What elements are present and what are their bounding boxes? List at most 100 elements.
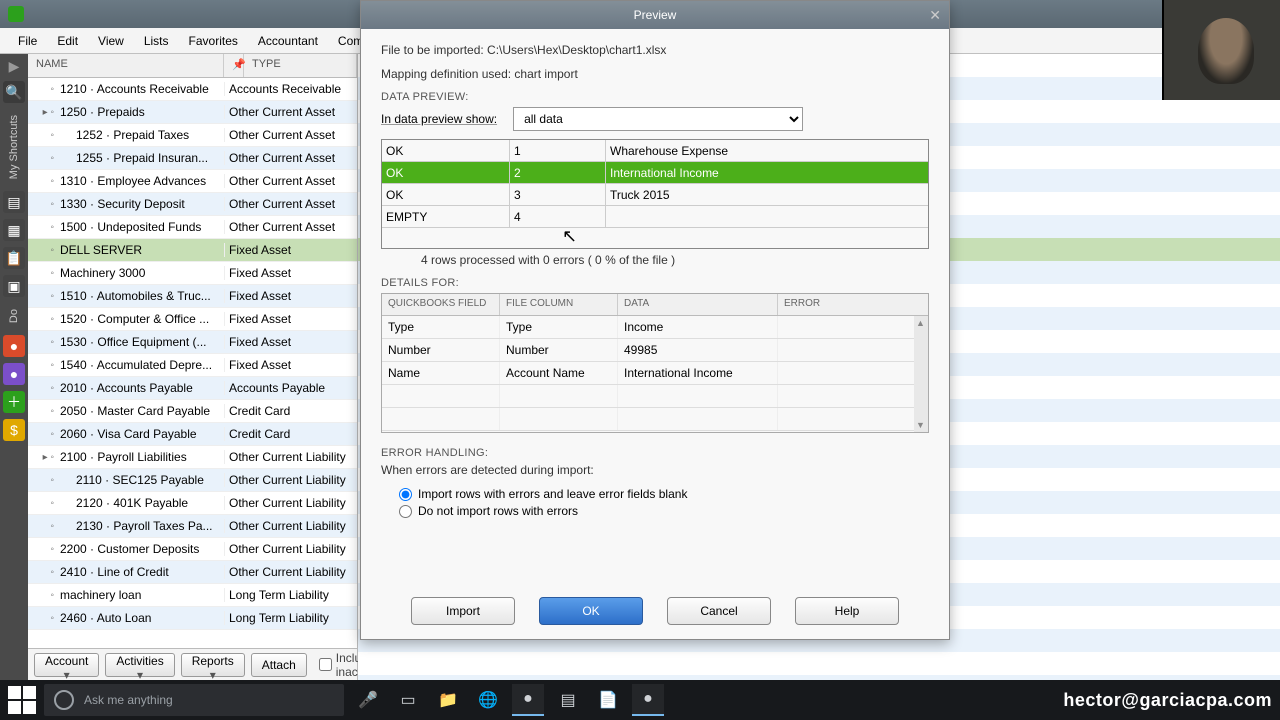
cancel-button[interactable]: Cancel bbox=[667, 597, 771, 625]
account-row[interactable]: ◦2460 · Auto LoanLong Term Liability bbox=[28, 607, 357, 630]
tree-toggle-icon[interactable]: ◦ bbox=[28, 590, 58, 601]
tree-toggle-icon[interactable]: ◦ bbox=[28, 337, 58, 348]
tree-toggle-icon[interactable]: ◦ bbox=[28, 176, 58, 187]
account-row[interactable]: ◦1500 · Undeposited FundsOther Current A… bbox=[28, 216, 357, 239]
accounts-list[interactable]: ◦1210 · Accounts ReceivableAccounts Rece… bbox=[28, 78, 357, 648]
quickbooks-icon[interactable]: ● bbox=[512, 684, 544, 716]
menu-accountant[interactable]: Accountant bbox=[252, 31, 324, 51]
account-row[interactable]: ◦1210 · Accounts ReceivableAccounts Rece… bbox=[28, 78, 357, 101]
shortcut-icon-1[interactable]: ▤ bbox=[3, 191, 25, 213]
activities-button[interactable]: Activities bbox=[105, 653, 174, 677]
tree-toggle-icon[interactable]: ◦ bbox=[28, 567, 58, 578]
cortana-search[interactable]: Ask me anything bbox=[44, 684, 344, 716]
tree-toggle-icon[interactable]: ◦ bbox=[28, 291, 58, 302]
details-row[interactable]: NumberNumber49985 bbox=[382, 339, 928, 362]
shortcut-icon-gold[interactable]: $ bbox=[3, 419, 25, 441]
account-row[interactable]: ◦1255 · Prepaid Insuran...Other Current … bbox=[28, 147, 357, 170]
menu-edit[interactable]: Edit bbox=[51, 31, 84, 51]
preview-table[interactable]: OK1Wharehouse ExpenseOK2International In… bbox=[381, 139, 929, 249]
account-row[interactable]: ◦machinery loanLong Term Liability bbox=[28, 584, 357, 607]
mic-icon[interactable]: 🎤 bbox=[352, 684, 384, 716]
account-row[interactable]: ◦1530 · Office Equipment (...Fixed Asset bbox=[28, 331, 357, 354]
tree-toggle-icon[interactable]: ◦ bbox=[28, 130, 58, 141]
tree-toggle-icon[interactable]: ◦ bbox=[28, 544, 58, 555]
menu-view[interactable]: View bbox=[92, 31, 130, 51]
tree-toggle-icon[interactable]: ◦ bbox=[28, 199, 58, 210]
details-row[interactable]: NameAccount NameInternational Income bbox=[382, 362, 928, 385]
shortcut-icon-3[interactable]: 📋 bbox=[3, 247, 25, 269]
start-button[interactable] bbox=[8, 686, 36, 714]
account-row[interactable]: ◦Machinery 3000Fixed Asset bbox=[28, 262, 357, 285]
explorer-icon[interactable]: 📁 bbox=[432, 684, 464, 716]
details-col-data[interactable]: DATA bbox=[618, 294, 778, 315]
ok-button[interactable]: OK bbox=[539, 597, 643, 625]
preview-row[interactable]: EMPTY4 bbox=[382, 206, 928, 228]
account-row[interactable]: ◦2410 · Line of CreditOther Current Liab… bbox=[28, 561, 357, 584]
account-row[interactable]: ▸ ◦2100 · Payroll LiabilitiesOther Curre… bbox=[28, 446, 357, 469]
radio-import-errors[interactable]: Import rows with errors and leave error … bbox=[399, 487, 929, 501]
shortcut-icon-orange[interactable]: ● bbox=[3, 335, 25, 357]
tree-toggle-icon[interactable]: ◦ bbox=[28, 498, 58, 509]
dialog-titlebar[interactable]: Preview ✕ bbox=[361, 1, 949, 29]
tree-toggle-icon[interactable]: ◦ bbox=[28, 475, 58, 486]
tree-toggle-icon[interactable]: ◦ bbox=[28, 268, 58, 279]
include-inactive-checkbox[interactable] bbox=[319, 658, 332, 671]
col-type[interactable]: TYPE bbox=[244, 54, 357, 77]
preview-row[interactable]: OK1Wharehouse Expense bbox=[382, 140, 928, 162]
app-icon-1[interactable]: ▤ bbox=[552, 684, 584, 716]
menu-lists[interactable]: Lists bbox=[138, 31, 175, 51]
help-button[interactable]: Help bbox=[795, 597, 899, 625]
account-row[interactable]: ◦2060 · Visa Card PayableCredit Card bbox=[28, 423, 357, 446]
task-view-icon[interactable]: ▭ bbox=[392, 684, 424, 716]
search-icon[interactable]: 🔍 bbox=[3, 81, 25, 103]
details-row[interactable]: TypeTypeIncome bbox=[382, 316, 928, 339]
preview-row[interactable]: OK3Truck 2015 bbox=[382, 184, 928, 206]
tree-toggle-icon[interactable]: ▸ ◦ bbox=[28, 452, 58, 463]
account-row[interactable]: ◦1330 · Security DepositOther Current As… bbox=[28, 193, 357, 216]
tree-toggle-icon[interactable]: ◦ bbox=[28, 314, 58, 325]
show-select[interactable]: all data bbox=[513, 107, 803, 131]
tree-toggle-icon[interactable]: ◦ bbox=[28, 153, 58, 164]
account-row[interactable]: ◦1520 · Computer & Office ...Fixed Asset bbox=[28, 308, 357, 331]
tree-toggle-icon[interactable]: ◦ bbox=[28, 406, 58, 417]
details-col-qb[interactable]: QUICKBOOKS FIELD bbox=[382, 294, 500, 315]
import-button[interactable]: Import bbox=[411, 597, 515, 625]
details-scrollbar[interactable] bbox=[914, 316, 928, 432]
account-row[interactable]: ◦1540 · Accumulated Depre...Fixed Asset bbox=[28, 354, 357, 377]
col-pin-icon[interactable]: 📌 bbox=[224, 54, 244, 77]
account-row[interactable]: ◦DELL SERVERFixed Asset bbox=[28, 239, 357, 262]
tree-toggle-icon[interactable]: ◦ bbox=[28, 429, 58, 440]
tree-toggle-icon[interactable]: ◦ bbox=[28, 84, 58, 95]
close-icon[interactable]: ✕ bbox=[929, 7, 941, 24]
account-row[interactable]: ◦2200 · Customer DepositsOther Current L… bbox=[28, 538, 357, 561]
tree-toggle-icon[interactable]: ◦ bbox=[28, 383, 58, 394]
tree-toggle-icon[interactable]: ◦ bbox=[28, 521, 58, 532]
account-row[interactable]: ◦2010 · Accounts PayableAccounts Payable bbox=[28, 377, 357, 400]
chrome-icon[interactable]: 🌐 bbox=[472, 684, 504, 716]
radio-skip-errors[interactable]: Do not import rows with errors bbox=[399, 504, 929, 518]
account-row[interactable]: ◦2120 · 401K PayableOther Current Liabil… bbox=[28, 492, 357, 515]
menu-favorites[interactable]: Favorites bbox=[183, 31, 244, 51]
notepad-icon[interactable]: 📄 bbox=[592, 684, 624, 716]
sidebar-expand-icon[interactable]: ▶ bbox=[9, 58, 20, 75]
preview-row[interactable]: OK2International Income bbox=[382, 162, 928, 184]
tree-toggle-icon[interactable]: ◦ bbox=[28, 360, 58, 371]
account-row[interactable]: ◦1510 · Automobiles & Truc...Fixed Asset bbox=[28, 285, 357, 308]
account-row[interactable]: ◦1310 · Employee AdvancesOther Current A… bbox=[28, 170, 357, 193]
account-row[interactable]: ◦2110 · SEC125 PayableOther Current Liab… bbox=[28, 469, 357, 492]
menu-file[interactable]: File bbox=[12, 31, 43, 51]
tree-toggle-icon[interactable]: ◦ bbox=[28, 222, 58, 233]
reports-button[interactable]: Reports bbox=[181, 653, 245, 677]
shortcut-icon-purple[interactable]: ● bbox=[3, 363, 25, 385]
radio-import-errors-input[interactable] bbox=[399, 488, 412, 501]
account-row[interactable]: ▸ ◦1250 · PrepaidsOther Current Asset bbox=[28, 101, 357, 124]
shortcut-add-icon[interactable]: ＋ bbox=[3, 391, 25, 413]
account-row[interactable]: ◦2050 · Master Card PayableCredit Card bbox=[28, 400, 357, 423]
shortcut-icon-4[interactable]: ▣ bbox=[3, 275, 25, 297]
details-col-file[interactable]: FILE COLUMN bbox=[500, 294, 618, 315]
attach-button[interactable]: Attach bbox=[251, 653, 307, 677]
account-row[interactable]: ◦1252 · Prepaid TaxesOther Current Asset bbox=[28, 124, 357, 147]
account-row[interactable]: ◦2130 · Payroll Taxes Pa...Other Current… bbox=[28, 515, 357, 538]
tree-toggle-icon[interactable]: ◦ bbox=[28, 245, 58, 256]
shortcut-icon-2[interactable]: ▦ bbox=[3, 219, 25, 241]
